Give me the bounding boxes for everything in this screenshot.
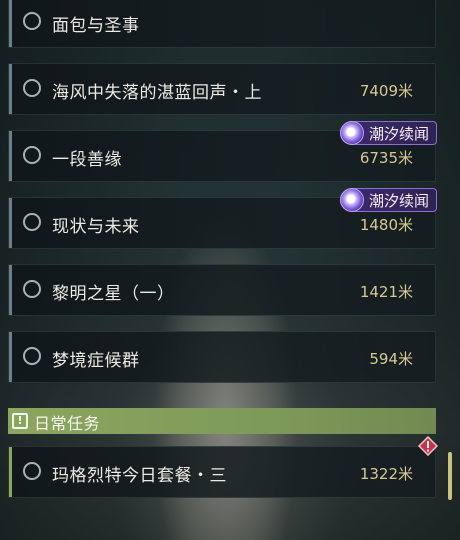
track-radio[interactable] [23, 347, 41, 365]
quest-title: 玛格烈特今日套餐・三 [52, 466, 227, 486]
quest-title: 海风中失落的湛蓝回声・上 [52, 83, 262, 103]
quest-title: 梦境症候群 [52, 351, 140, 371]
section-title: 日常任务 [34, 414, 101, 433]
quest-accent-bar [9, 0, 12, 47]
quest-item[interactable]: 海风中失落的湛蓝回声・上 7409米 [8, 63, 436, 115]
quest-accent-bar [9, 198, 12, 248]
tide-event-icon [340, 188, 364, 212]
warning-diamond-icon [418, 436, 438, 456]
info-square-icon: ! [12, 413, 28, 429]
track-radio[interactable] [23, 462, 41, 480]
quest-distance: 1322米 [359, 465, 413, 483]
quest-item[interactable]: 黎明之星（一） 1421米 [8, 264, 436, 316]
track-radio[interactable] [23, 146, 41, 164]
track-radio[interactable] [23, 79, 41, 97]
quest-accent-bar [9, 131, 12, 181]
quest-distance: 7409米 [359, 82, 413, 100]
quest-title: 现状与未来 [52, 217, 140, 237]
quest-distance: 594米 [369, 350, 413, 368]
tide-event-icon [340, 121, 364, 145]
quest-distance: 6735米 [359, 149, 413, 167]
event-tag-label: 潮汐续闻 [369, 124, 430, 143]
quest-item[interactable]: 面包与圣事 [8, 0, 436, 48]
quest-accent-bar [9, 332, 12, 382]
quest-distance: 1480米 [359, 216, 413, 234]
quest-accent-bar [9, 447, 12, 497]
quest-item[interactable]: 梦境症候群 594米 [8, 331, 436, 383]
daily-quest-item[interactable]: 玛格烈特今日套餐・三 1322米 [8, 446, 436, 498]
quest-title: 一段善缘 [52, 150, 122, 170]
quest-accent-bar [9, 265, 12, 315]
track-radio[interactable] [23, 280, 41, 298]
track-radio[interactable] [23, 12, 41, 30]
quest-distance: 1421米 [359, 283, 413, 301]
quest-title: 黎明之星（一） [52, 284, 175, 304]
track-radio[interactable] [23, 213, 41, 231]
quest-title: 面包与圣事 [52, 16, 140, 36]
event-tag: 潮汐续闻 [340, 121, 438, 145]
event-tag: 潮汐续闻 [340, 188, 438, 212]
event-tag-label: 潮汐续闻 [369, 191, 430, 210]
scrollbar-thumb[interactable] [448, 452, 452, 500]
quest-accent-bar [9, 64, 12, 114]
daily-quests-section-header[interactable]: ! 日常任务 [8, 408, 436, 434]
